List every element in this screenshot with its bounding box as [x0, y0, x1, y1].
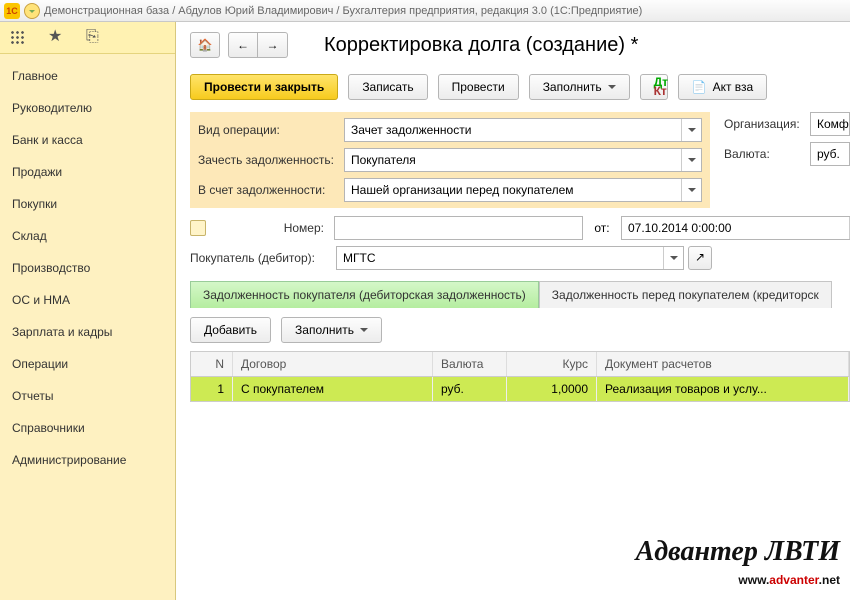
add-row-label: Добавить — [204, 323, 257, 337]
org-label: Организация: — [724, 117, 810, 131]
sidebar-item-9[interactable]: Операции — [0, 348, 175, 380]
fill-button[interactable]: Заполнить — [529, 74, 630, 100]
cell-contract: С покупателем — [233, 377, 433, 401]
against-value: Нашей организации перед покупателем — [345, 183, 681, 197]
col-doc[interactable]: Документ расчетов — [597, 352, 849, 376]
table-header: N Договор Валюта Курс Документ расчетов — [191, 352, 849, 377]
sidebar-item-4[interactable]: Покупки — [0, 188, 175, 220]
offset-input[interactable]: Покупателя — [344, 148, 702, 172]
cell-doc: Реализация товаров и услу... — [597, 377, 849, 401]
post-label: Провести — [452, 80, 505, 94]
dropdown-icon[interactable] — [663, 247, 683, 269]
forward-button[interactable]: → — [258, 32, 288, 58]
sidebar-item-12[interactable]: Администрирование — [0, 444, 175, 476]
tab-creditor-label: Задолженность перед покупателем (кредито… — [552, 288, 819, 302]
cell-rate: 1,0000 — [507, 377, 597, 401]
cell-n: 1 — [191, 377, 233, 401]
post-button[interactable]: Провести — [438, 74, 519, 100]
titlebar-dropdown-icon[interactable] — [24, 3, 40, 19]
number-input[interactable] — [334, 216, 583, 240]
col-rate[interactable]: Курс — [507, 352, 597, 376]
date-input[interactable]: 07.10.2014 0:00:00📅 — [621, 216, 850, 240]
from-label: от: — [583, 221, 621, 235]
act-button[interactable]: 📄 Акт вза — [678, 74, 768, 100]
fill-rows-button[interactable]: Заполнить — [281, 317, 382, 343]
operation-kind-input[interactable]: Зачет задолженности — [344, 118, 702, 142]
sidebar-item-10[interactable]: Отчеты — [0, 380, 175, 412]
date-value: 07.10.2014 0:00:00 — [622, 221, 849, 235]
col-n[interactable]: N — [191, 352, 233, 376]
number-label: Номер: — [212, 221, 334, 235]
sidebar-item-5[interactable]: Склад — [0, 220, 175, 252]
dropdown-icon[interactable] — [681, 179, 701, 201]
favorites-icon[interactable] — [48, 30, 64, 46]
sidebar-item-0[interactable]: Главное — [0, 60, 175, 92]
sidebar-item-8[interactable]: Зарплата и кадры — [0, 316, 175, 348]
sidebar-nav: ГлавноеРуководителюБанк и кассаПродажиПо… — [0, 54, 175, 482]
sidebar-item-11[interactable]: Справочники — [0, 412, 175, 444]
offset-value: Покупателя — [345, 153, 681, 167]
buyer-label: Покупатель (дебитор): — [190, 251, 336, 265]
offset-label: Зачесть задолженность: — [198, 153, 344, 167]
open-buyer-button[interactable]: ↗ — [688, 246, 712, 270]
sidebar-item-7[interactable]: ОС и НМА — [0, 284, 175, 316]
cell-currency: руб. — [433, 377, 507, 401]
page-title: Корректировка долга (создание) * — [324, 34, 638, 57]
operation-kind-value: Зачет задолженности — [345, 123, 681, 137]
sidebar: ГлавноеРуководителюБанк и кассаПродажиПо… — [0, 22, 176, 600]
org-input[interactable]: Комф — [810, 112, 850, 136]
table-row[interactable]: 1 С покупателем руб. 1,0000 Реализация т… — [191, 377, 849, 401]
against-input[interactable]: Нашей организации перед покупателем — [344, 178, 702, 202]
post-and-close-button[interactable]: Провести и закрыть — [190, 74, 338, 100]
col-contract[interactable]: Договор — [233, 352, 433, 376]
app-logo-icon: 1С — [4, 3, 20, 19]
tab-debtor-label: Задолженность покупателя (дебиторская за… — [203, 288, 526, 302]
tabs: Задолженность покупателя (дебиторская за… — [190, 280, 850, 307]
back-button[interactable]: ← — [228, 32, 258, 58]
save-button[interactable]: Записать — [348, 74, 427, 100]
add-row-button[interactable]: Добавить — [190, 317, 271, 343]
dt-kt-button[interactable]: ДтКт — [640, 74, 668, 100]
fill-label: Заполнить — [543, 80, 602, 94]
sidebar-item-2[interactable]: Банк и касса — [0, 124, 175, 156]
sidebar-item-1[interactable]: Руководителю — [0, 92, 175, 124]
watermark: Адвантер ЛВТИ www.advanter.net — [636, 536, 840, 590]
history-icon[interactable] — [86, 30, 102, 46]
sidebar-iconbar — [0, 22, 175, 54]
tab-creditor[interactable]: Задолженность перед покупателем (кредито… — [539, 281, 832, 308]
post-and-close-label: Провести и закрыть — [204, 80, 324, 94]
operation-kind-label: Вид операции: — [198, 123, 344, 137]
window-title: Демонстрационная база / Абдулов Юрий Вла… — [44, 5, 642, 17]
debt-table: N Договор Валюта Курс Документ расчетов … — [190, 351, 850, 402]
operation-group: Вид операции: Зачет задолженности Зачест… — [190, 112, 710, 208]
col-currency[interactable]: Валюта — [433, 352, 507, 376]
org-value: Комф — [811, 117, 850, 131]
currency-label: Валюта: — [724, 147, 810, 161]
main-area: 🏠 ← → Корректировка долга (создание) * П… — [176, 22, 850, 600]
currency-value: руб. — [811, 147, 849, 161]
sidebar-item-6[interactable]: Производство — [0, 252, 175, 284]
fill-rows-label: Заполнить — [295, 323, 354, 337]
doc-icon — [190, 220, 206, 236]
dt-kt-icon: ДтКт — [654, 78, 668, 96]
home-button[interactable]: 🏠 — [190, 32, 220, 58]
save-label: Записать — [362, 80, 413, 94]
window-titlebar: 1С Демонстрационная база / Абдулов Юрий … — [0, 0, 850, 22]
side-fields: Организация:Комф Валюта:руб. — [724, 112, 850, 166]
toolbar: Провести и закрыть Записать Провести Зап… — [190, 74, 850, 100]
buyer-value: МГТС — [337, 251, 663, 265]
watermark-title: Адвантер ЛВТИ — [636, 536, 840, 568]
currency-input[interactable]: руб. — [810, 142, 850, 166]
apps-icon[interactable] — [10, 30, 26, 46]
dropdown-icon[interactable] — [681, 119, 701, 141]
against-label: В счет задолженности: — [198, 183, 344, 197]
act-label: Акт вза — [713, 80, 754, 94]
buyer-input[interactable]: МГТС — [336, 246, 684, 270]
dropdown-icon[interactable] — [681, 149, 701, 171]
sidebar-item-3[interactable]: Продажи — [0, 156, 175, 188]
tab-debtor[interactable]: Задолженность покупателя (дебиторская за… — [190, 281, 539, 308]
